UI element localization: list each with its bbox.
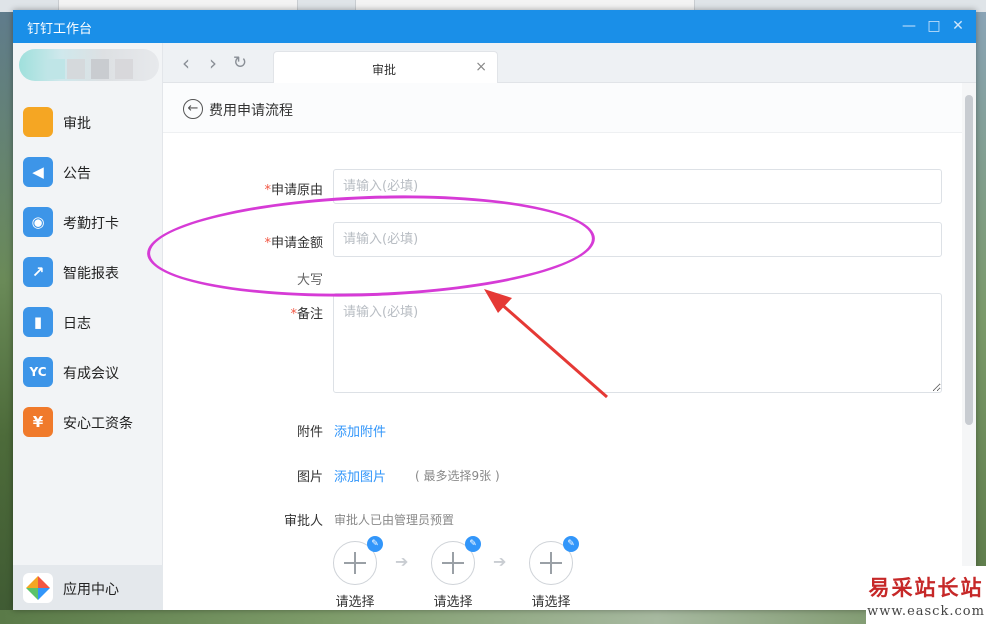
sidebar-item-label: 公告 — [63, 166, 91, 182]
approver-select-button[interactable]: ✎ — [333, 536, 383, 585]
sidebar-item-label: 日志 — [63, 316, 91, 332]
pencil-icon[interactable]: ✎ — [367, 536, 383, 552]
approver-label: 审批人 — [283, 514, 323, 529]
arrow-right-icon: ➔ — [395, 552, 409, 571]
remark-label: *备注 — [290, 307, 323, 322]
window-title: 钉钉工作台 — [27, 22, 93, 37]
blurred-name — [47, 59, 65, 79]
sidebar-item-label: 应用中心 — [63, 582, 119, 598]
approver-hint: 审批人已由管理员预置 — [334, 513, 455, 527]
back-circle-icon[interactable]: ← — [183, 99, 203, 119]
plus-icon — [550, 552, 552, 574]
blurred-name — [115, 59, 133, 79]
blurred-name — [67, 59, 85, 79]
approver-choose-label: 请选择 — [433, 595, 473, 610]
watermark-title: 易采站长站 — [868, 574, 984, 600]
sidebar-item-label: 考勤打卡 — [63, 216, 119, 232]
maximize-button[interactable]: □ — [923, 16, 945, 36]
attachment-label: 附件 — [296, 425, 323, 440]
sidebar-item-label: 安心工资条 — [63, 416, 133, 432]
page-title: 费用申请流程 — [209, 103, 293, 119]
sidebar-item-attendance[interactable]: ◉ 考勤打卡 — [13, 198, 163, 248]
sidebar-item-approval[interactable]: 审批 — [13, 98, 163, 148]
app-window: 钉钉工作台 — □ ✕ 审批 ◀ 公告 ◉ 考勤打卡 ↗ 智能报表 ▮ 日志 Y… — [13, 10, 976, 610]
sidebar-item-app-center[interactable]: 应用中心 — [13, 565, 163, 610]
sidebar-item-log[interactable]: ▮ 日志 — [13, 298, 163, 348]
reason-label: *申请原由 — [264, 183, 323, 198]
tab-label: 审批 — [371, 63, 396, 77]
page-header: ← 费用申请流程 — [163, 83, 976, 133]
notebook-icon: ▮ — [23, 307, 53, 337]
sidebar-item-announcement[interactable]: ◀ 公告 — [13, 148, 163, 198]
sidebar-item-label: 智能报表 — [63, 266, 119, 282]
image-label: 图片 — [296, 470, 323, 485]
payslip-icon: ¥ — [23, 407, 53, 437]
scrollbar-thumb[interactable] — [965, 95, 973, 425]
browser-toolbar: ‹ › ↻ 审批 × — [163, 43, 976, 83]
plus-icon — [354, 552, 356, 574]
sidebar-item-label: 有成会议 — [63, 366, 119, 382]
location-pin-icon: ◉ — [23, 207, 53, 237]
app-center-icon — [23, 573, 53, 603]
avatar[interactable] — [19, 49, 159, 81]
approver-choose-label: 请选择 — [531, 595, 571, 610]
main-content: ← 费用申请流程 *申请原由 *申请金额 大写 *备注 附件 添加附件 图片 添… — [163, 83, 976, 610]
image-limit-hint: ( 最多选择9张 ) — [415, 469, 500, 483]
refresh-icon[interactable]: ↻ — [230, 53, 250, 73]
pencil-icon[interactable]: ✎ — [465, 536, 481, 552]
close-tab-icon[interactable]: × — [475, 59, 487, 75]
sidebar: 审批 ◀ 公告 ◉ 考勤打卡 ↗ 智能报表 ▮ 日志 YC 有成会议 ¥ 安心工… — [13, 43, 163, 610]
minimize-button[interactable]: — — [898, 16, 920, 36]
desktop-background — [0, 610, 986, 624]
speaker-icon: ◀ — [23, 157, 53, 187]
sidebar-item-payslip[interactable]: ¥ 安心工资条 — [13, 398, 163, 448]
approver-select-button[interactable]: ✎ — [431, 536, 481, 585]
watermark-url: www.easck.com — [867, 603, 985, 619]
approver-select-button[interactable]: ✎ — [529, 536, 579, 585]
sidebar-item-meeting[interactable]: YC 有成会议 — [13, 348, 163, 398]
chart-icon: ↗ — [23, 257, 53, 287]
desktop-background — [976, 12, 986, 624]
sidebar-item-reports[interactable]: ↗ 智能报表 — [13, 248, 163, 298]
person-icon — [23, 107, 53, 137]
meeting-logo-icon: YC — [23, 357, 53, 387]
add-image-link[interactable]: 添加图片 — [334, 466, 386, 485]
title-bar: 钉钉工作台 — □ ✕ — [13, 10, 976, 43]
back-arrow-icon[interactable]: ‹ — [176, 53, 196, 73]
forward-arrow-icon[interactable]: › — [203, 53, 223, 73]
close-window-button[interactable]: ✕ — [947, 16, 969, 36]
site-watermark: 易采站长站 www.easck.com — [866, 566, 986, 624]
pencil-icon[interactable]: ✎ — [563, 536, 579, 552]
add-attachment-link[interactable]: 添加附件 — [334, 421, 386, 440]
sidebar-item-label: 审批 — [63, 116, 91, 132]
tab-approval[interactable]: 审批 × — [273, 51, 498, 83]
blurred-name — [91, 59, 109, 79]
approver-choose-label: 请选择 — [335, 595, 375, 610]
remark-textarea[interactable] — [333, 293, 942, 393]
arrow-right-icon: ➔ — [493, 552, 507, 571]
plus-icon — [452, 552, 454, 574]
